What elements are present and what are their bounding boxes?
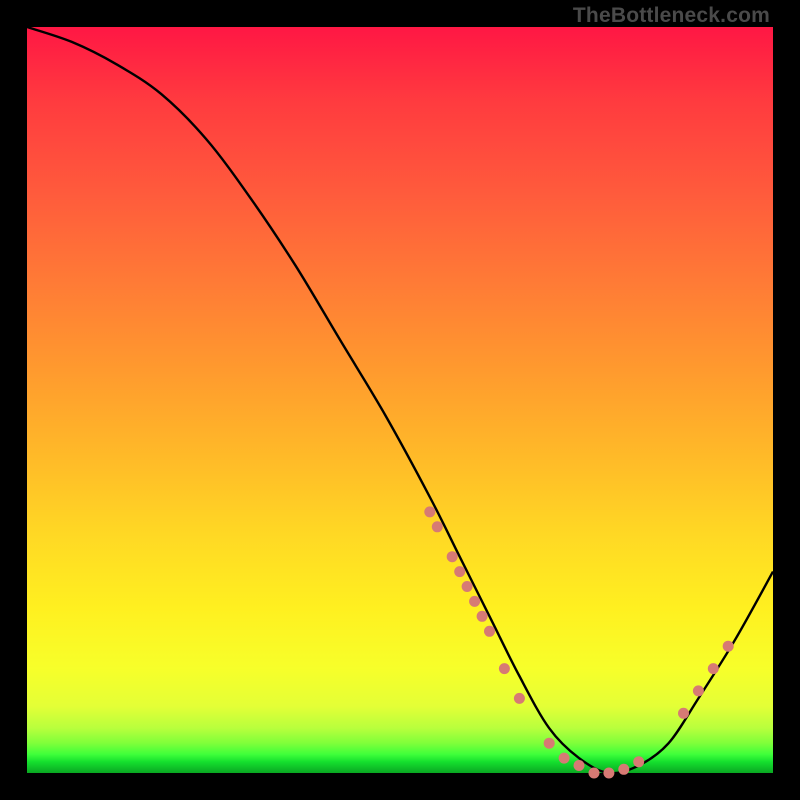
chart-marker — [618, 764, 629, 775]
chart-marker — [559, 753, 570, 764]
chart-svg — [27, 27, 773, 773]
chart-marker — [424, 506, 435, 517]
chart-marker — [514, 693, 525, 704]
chart-marker — [693, 685, 704, 696]
chart-marker — [462, 581, 473, 592]
chart-marker — [708, 663, 719, 674]
chart-marker — [678, 708, 689, 719]
chart-marker — [454, 566, 465, 577]
chart-marker — [469, 596, 480, 607]
chart-marker — [633, 756, 644, 767]
chart-marker — [484, 626, 495, 637]
chart-marker — [589, 768, 600, 779]
chart-marker — [447, 551, 458, 562]
watermark-text: TheBottleneck.com — [573, 4, 770, 28]
chart-marker — [574, 760, 585, 771]
bottleneck-curve — [27, 27, 773, 773]
chart-marker — [544, 738, 555, 749]
chart-marker — [723, 641, 734, 652]
chart-plot-area — [27, 27, 773, 773]
chart-marker — [477, 611, 488, 622]
chart-marker — [432, 521, 443, 532]
chart-marker — [499, 663, 510, 674]
chart-markers — [424, 506, 733, 778]
chart-marker — [603, 768, 614, 779]
chart-frame — [27, 27, 773, 773]
